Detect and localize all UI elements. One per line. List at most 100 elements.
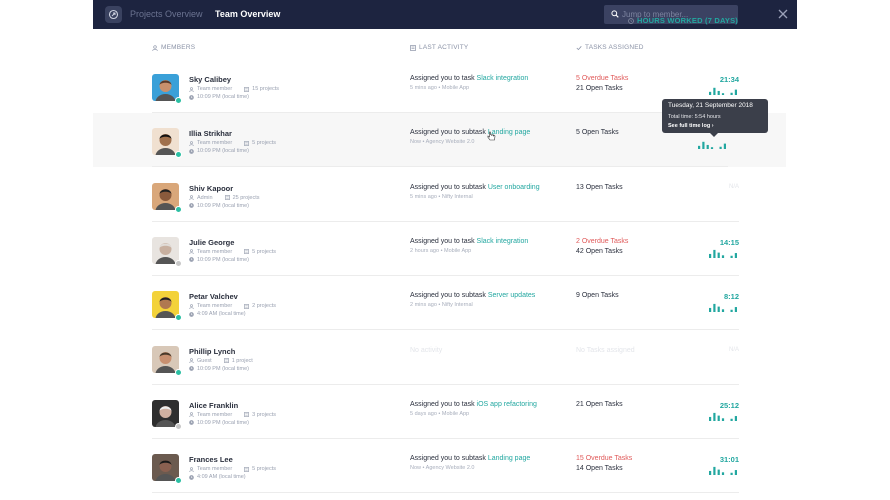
member-name[interactable]: Illia Strikhar (189, 129, 232, 138)
user-icon (189, 466, 194, 472)
hours-bar (713, 87, 716, 95)
hours-bar (710, 147, 714, 150)
avatar[interactable] (152, 345, 179, 373)
open-tasks[interactable]: 5 Open Tasks (576, 129, 619, 136)
member-projects: 2 projects (252, 303, 277, 310)
member-name[interactable]: Julie George (189, 238, 234, 247)
app-logo-icon[interactable] (105, 6, 122, 23)
hours-bar-chart[interactable] (709, 412, 739, 421)
close-icon[interactable] (777, 8, 789, 20)
hours-bar (709, 91, 712, 95)
member-name[interactable]: Petar Valchev (189, 292, 238, 301)
hours-bar (709, 416, 712, 421)
clock-icon (189, 474, 194, 480)
hours-bar-chart[interactable] (709, 303, 739, 313)
tab-team-overview[interactable]: Team Overview (215, 9, 280, 19)
open-tasks[interactable]: 21 Open Tasks (576, 85, 623, 92)
member-name[interactable]: Phillip Lynch (189, 347, 235, 356)
overdue-tasks[interactable]: 15 Overdue Tasks (576, 455, 632, 462)
member-role: Team member (197, 411, 233, 418)
search-icon (611, 10, 619, 18)
open-tasks[interactable]: 9 Open Tasks (576, 292, 619, 299)
open-tasks[interactable]: No Tasks assigned (576, 347, 635, 354)
clock-icon (189, 94, 194, 100)
activity-meta: 2 hours ago • Mobile App (410, 247, 472, 254)
hours-bar-chart[interactable] (698, 140, 728, 150)
clock-icon (189, 366, 194, 371)
open-tasks[interactable]: 14 Open Tasks (576, 465, 623, 472)
open-tasks[interactable]: 42 Open Tasks (576, 248, 623, 255)
hours-bar (721, 255, 725, 258)
member-local-time: 10:09 PM (local time) (189, 420, 249, 426)
member-name[interactable]: Frances Lee (189, 455, 233, 464)
tooltip-full-log-link[interactable]: See full time log › (668, 123, 714, 129)
hours-bar (717, 252, 720, 258)
open-tasks[interactable]: 13 Open Tasks (576, 184, 623, 191)
member-role: Team member (197, 86, 233, 92)
member-role: Team member (197, 466, 233, 473)
hours-bar (734, 307, 737, 313)
member-name[interactable]: Alice Franklin (189, 401, 238, 410)
status-dot (175, 368, 182, 376)
member-row[interactable]: Frances Lee Team member 5 projects 4:09 AM … (93, 439, 797, 494)
member-row[interactable]: Julie George Team member 5 projects 10:09 P… (93, 222, 797, 276)
user-icon (189, 412, 194, 418)
status-dot (175, 151, 182, 159)
member-row[interactable]: Alice Franklin Team member 3 projects 10:09… (93, 385, 797, 439)
status-dot (175, 477, 182, 485)
member-row[interactable]: Petar Valchev Team member 2 projects 4:09 A… (93, 276, 797, 331)
member-meta: Team member 15 projects (189, 86, 279, 92)
activity-task-link[interactable]: iOS app refactoring (477, 401, 537, 408)
open-tasks[interactable]: 21 Open Tasks (576, 401, 623, 408)
hours-bar (717, 415, 720, 421)
member-role: Team member (197, 140, 233, 147)
activity-task-link[interactable]: Slack integration (477, 238, 529, 245)
member-name[interactable]: Shiv Kapoor (189, 184, 233, 193)
clock-icon (189, 148, 194, 154)
avatar[interactable] (152, 182, 179, 210)
member-row[interactable]: Shiv Kapoor Admin 25 projects 10:09 PM (loc… (93, 168, 797, 222)
member-local-time: 10:09 PM (local time) (189, 366, 249, 372)
hours-bar (713, 412, 716, 421)
member-local-time: 10:09 PM (local time) (189, 203, 249, 209)
last-activity: Assigned you to task iOS app refactoring (410, 400, 537, 408)
hours-bar-chart[interactable] (709, 249, 739, 258)
member-local-time: 10:09 PM (local time) (189, 148, 249, 154)
last-activity: Assigned you to subtask Server updates (410, 292, 536, 300)
member-meta: Team member 2 projects (189, 303, 276, 309)
hours-bar (706, 145, 709, 150)
member-projects: 25 projects (232, 194, 260, 201)
last-activity: Assigned you to subtask Landing page (410, 129, 531, 137)
activity-meta: 5 days ago • Mobile App (410, 410, 470, 417)
member-role: Guest (197, 357, 212, 364)
hours-worked: 31:01 (719, 455, 739, 465)
hours-worked: N/A (728, 346, 739, 353)
avatar[interactable] (152, 454, 179, 482)
member-name[interactable]: Sky Calibey (189, 75, 231, 84)
hours-bar (730, 418, 733, 421)
tab-projects-overview[interactable]: Projects Overview (130, 9, 203, 19)
avatar[interactable] (152, 236, 179, 264)
hours-bar (717, 306, 720, 313)
clock-icon (189, 311, 194, 317)
member-row[interactable]: Phillip Lynch Guest 1 project 10:09 PM (loc… (93, 331, 797, 385)
activity-task-link[interactable]: Slack integration (477, 75, 529, 82)
member-projects: 15 projects (252, 86, 280, 92)
avatar[interactable] (152, 74, 179, 101)
activity-task-link[interactable]: User onboarding (488, 184, 540, 191)
overdue-tasks[interactable]: 2 Overdue Tasks (576, 238, 628, 245)
hours-worked: 14:15 (719, 237, 739, 247)
hours-bar (734, 89, 737, 95)
projects-icon (244, 86, 250, 92)
hours-bar (730, 309, 733, 313)
overdue-tasks[interactable]: 5 Overdue Tasks (576, 75, 628, 82)
projects-icon (244, 249, 250, 255)
hours-bar-chart[interactable] (709, 466, 739, 476)
status-dot (175, 259, 182, 267)
hours-bar-chart[interactable] (709, 86, 739, 95)
hours-bar (709, 253, 712, 258)
avatar[interactable] (152, 399, 179, 427)
activity-task-link[interactable]: Server updates (488, 292, 535, 299)
activity-task-link[interactable]: Landing page (488, 455, 530, 462)
member-projects: 5 projects (252, 140, 277, 147)
